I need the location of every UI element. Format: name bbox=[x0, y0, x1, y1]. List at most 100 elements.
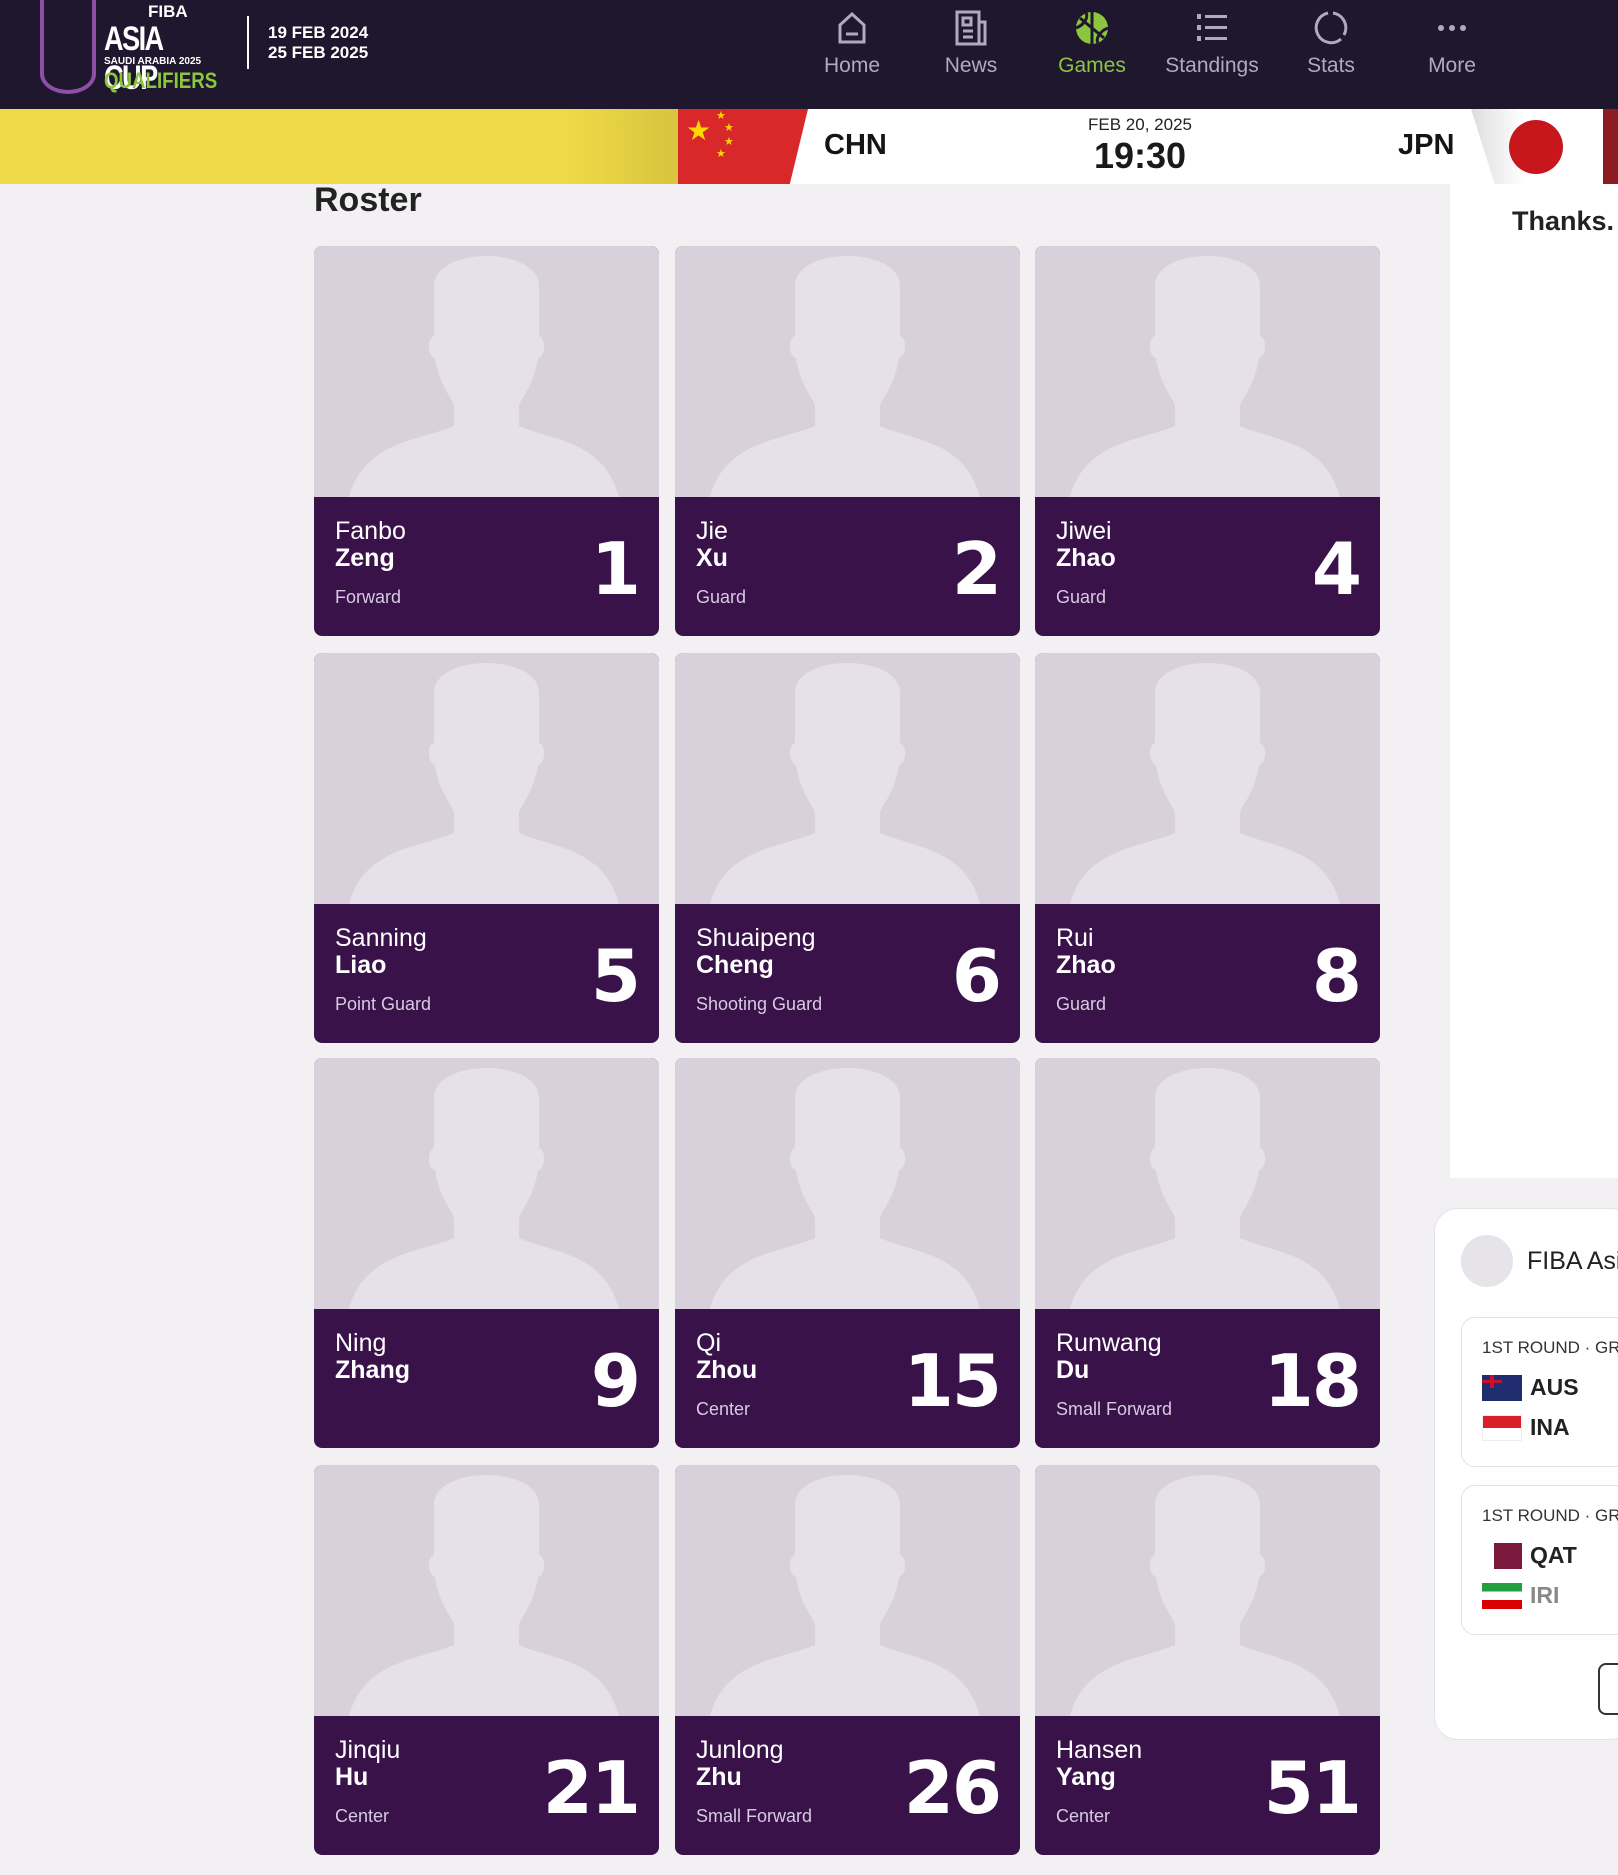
match-time: 19:30 bbox=[1093, 135, 1187, 176]
player-number: 1 bbox=[590, 527, 641, 611]
player-info: Fanbo Zeng Forward 1 bbox=[314, 497, 659, 636]
start-date: 19 FEB 2024 bbox=[268, 23, 369, 42]
player-number: 5 bbox=[590, 934, 641, 1018]
player-last-name: Zeng bbox=[335, 544, 395, 572]
player-card[interactable]: Qi Zhou Center 15 bbox=[675, 1058, 1020, 1448]
player-silhouette-icon bbox=[710, 256, 980, 497]
team-code: AUS bbox=[1530, 1374, 1579, 1400]
player-first-name: Jiwei bbox=[1056, 517, 1112, 545]
player-last-name: Zhao bbox=[1056, 951, 1116, 979]
player-card[interactable]: Runwang Du Small Forward 18 bbox=[1035, 1058, 1380, 1448]
player-card[interactable]: Hansen Yang Center 51 bbox=[1035, 1465, 1380, 1855]
player-first-name: Jie bbox=[696, 517, 728, 545]
japan-flag-icon bbox=[1509, 120, 1563, 174]
player-silhouette-icon bbox=[1070, 1475, 1340, 1716]
player-info: Sanning Liao Point Guard 5 bbox=[314, 904, 659, 1043]
game-card[interactable]: 1ST ROUND · GR QAT IRI bbox=[1461, 1485, 1618, 1635]
match-bar[interactable]: ★ ★ ★ ★ ★ CHN FEB 20, 2025 19:30 JPN bbox=[0, 109, 1618, 184]
player-photo bbox=[675, 653, 1020, 904]
player-number: 9 bbox=[590, 1339, 641, 1423]
home-icon bbox=[792, 8, 912, 48]
player-card[interactable]: Fanbo Zeng Forward 1 bbox=[314, 246, 659, 636]
nav-label: More bbox=[1428, 54, 1476, 77]
australia-flag-icon bbox=[1482, 1374, 1522, 1401]
player-silhouette-icon bbox=[1070, 663, 1340, 904]
more-games-button[interactable] bbox=[1598, 1663, 1618, 1715]
player-photo bbox=[314, 1058, 659, 1309]
player-card[interactable]: Ning Zhang 9 bbox=[314, 1058, 659, 1448]
player-first-name: Qi bbox=[696, 1329, 721, 1357]
trophy-icon bbox=[40, 0, 96, 94]
player-last-name: Cheng bbox=[696, 951, 774, 979]
nav-label: Standings bbox=[1165, 54, 1259, 77]
logo-subtitle: SAUDI ARABIA 2025 bbox=[104, 56, 202, 67]
player-card[interactable]: Junlong Zhu Small Forward 26 bbox=[675, 1465, 1020, 1855]
fiba-asia-cup-logo[interactable]: FIBA ASIA CUP SAUDI ARABIA 2025 QUALIFIE… bbox=[36, 0, 236, 100]
stats-ring-icon bbox=[1271, 8, 1391, 48]
player-number: 6 bbox=[951, 934, 1002, 1018]
player-last-name: Zhang bbox=[335, 1356, 410, 1384]
sidebar-panel: Thanks. bbox=[1450, 184, 1618, 1178]
player-first-name: Shuaipeng bbox=[696, 924, 816, 952]
player-info: Rui Zhao Guard 8 bbox=[1035, 904, 1380, 1043]
nav-games[interactable]: Games bbox=[1032, 8, 1152, 78]
logo-qualifiers: QUALIFIERS bbox=[104, 68, 218, 93]
player-photo bbox=[314, 1465, 659, 1716]
games-widget: FIBA Asi 1ST ROUND · GR AUS INA 1ST ROUN… bbox=[1434, 1208, 1618, 1740]
player-number: 18 bbox=[1263, 1339, 1362, 1423]
game-round: 1ST ROUND · GR bbox=[1482, 1506, 1618, 1525]
game-card[interactable]: 1ST ROUND · GR AUS INA bbox=[1461, 1317, 1618, 1467]
widget-title: FIBA Asi bbox=[1527, 1247, 1618, 1275]
player-number: 2 bbox=[951, 527, 1002, 611]
divider bbox=[247, 16, 249, 69]
player-info: Shuaipeng Cheng Shooting Guard 6 bbox=[675, 904, 1020, 1043]
player-card[interactable]: Jinqiu Hu Center 21 bbox=[314, 1465, 659, 1855]
nav-news[interactable]: News bbox=[911, 8, 1031, 78]
player-position: Point Guard bbox=[335, 994, 432, 1014]
player-card[interactable]: Jie Xu Guard 2 bbox=[675, 246, 1020, 636]
player-first-name: Sanning bbox=[335, 924, 427, 952]
player-first-name: Junlong bbox=[696, 1736, 784, 1764]
player-photo bbox=[1035, 246, 1380, 497]
player-info: Jie Xu Guard 2 bbox=[675, 497, 1020, 636]
player-info: Hansen Yang Center 51 bbox=[1035, 1716, 1380, 1855]
player-card[interactable]: Rui Zhao Guard 8 bbox=[1035, 653, 1380, 1043]
team-code: QAT bbox=[1530, 1542, 1577, 1568]
player-card[interactable]: Jiwei Zhao Guard 4 bbox=[1035, 246, 1380, 636]
roster-title: Roster bbox=[314, 181, 422, 219]
player-silhouette-icon bbox=[349, 1068, 619, 1309]
nav-standings[interactable]: Standings bbox=[1152, 8, 1272, 78]
player-position: Guard bbox=[1056, 994, 1107, 1014]
player-photo bbox=[314, 246, 659, 497]
nav-more[interactable]: More bbox=[1392, 8, 1512, 78]
player-card[interactable]: Shuaipeng Cheng Shooting Guard 6 bbox=[675, 653, 1020, 1043]
player-first-name: Hansen bbox=[1056, 1736, 1143, 1764]
thanks-text: Thanks. bbox=[1512, 206, 1615, 236]
iran-flag-icon bbox=[1482, 1582, 1522, 1609]
player-photo bbox=[675, 1465, 1020, 1716]
team-code: IRI bbox=[1530, 1582, 1560, 1608]
player-last-name: Hu bbox=[335, 1763, 369, 1791]
player-first-name: Rui bbox=[1056, 924, 1094, 952]
team-color-band bbox=[0, 109, 678, 184]
player-position: Shooting Guard bbox=[696, 994, 823, 1014]
competition-logo-icon bbox=[1461, 1235, 1513, 1287]
player-last-name: Zhou bbox=[696, 1356, 758, 1384]
player-position: Small Forward bbox=[696, 1806, 813, 1826]
nav-home[interactable]: Home bbox=[792, 8, 912, 78]
nav-stats[interactable]: Stats bbox=[1271, 8, 1391, 78]
player-first-name: Fanbo bbox=[335, 517, 406, 545]
logo-fiba: FIBA bbox=[148, 2, 188, 21]
nav-label: Games bbox=[1058, 54, 1126, 77]
qatar-flag-icon bbox=[1482, 1542, 1522, 1569]
newspaper-icon bbox=[911, 8, 1031, 48]
player-info: Jinqiu Hu Center 21 bbox=[314, 1716, 659, 1855]
away-team: JPN bbox=[1398, 129, 1455, 161]
player-position: Forward bbox=[335, 587, 402, 607]
player-info: Qi Zhou Center 15 bbox=[675, 1309, 1020, 1448]
player-number: 21 bbox=[542, 1746, 641, 1830]
game-round: 1ST ROUND · GR bbox=[1482, 1338, 1618, 1357]
player-number: 4 bbox=[1311, 527, 1362, 611]
player-card[interactable]: Sanning Liao Point Guard 5 bbox=[314, 653, 659, 1043]
player-position: Center bbox=[696, 1399, 751, 1419]
